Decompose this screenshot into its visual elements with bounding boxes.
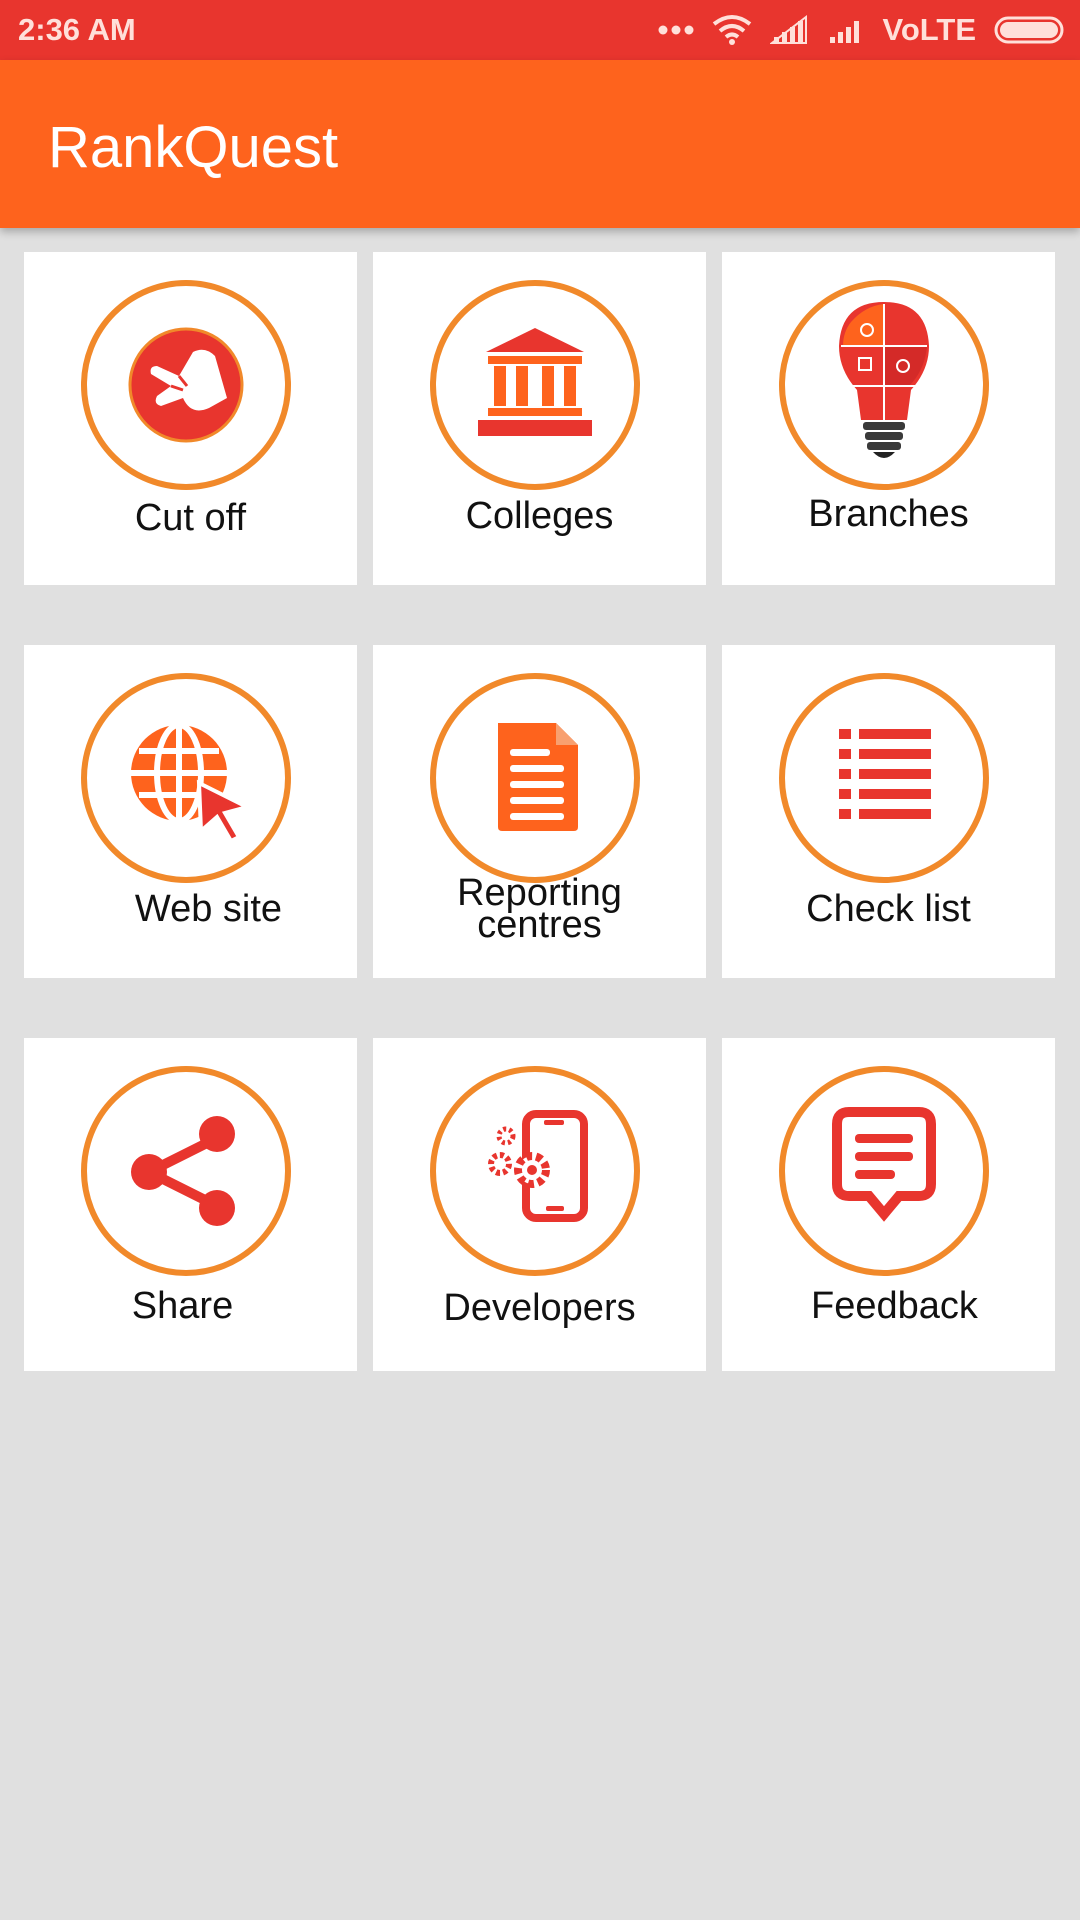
tile-label: Check list (806, 888, 971, 930)
icon-ring (81, 1066, 291, 1276)
tile-label: Reporting centres (373, 874, 706, 946)
icon-ring (430, 673, 640, 883)
globe-cursor-icon (131, 722, 253, 844)
status-bar: 2:36 AM VoLTE (0, 0, 1080, 60)
victory-hand-icon (128, 327, 244, 443)
tile-check-list[interactable]: Check list (722, 645, 1055, 978)
icon-ring (779, 673, 989, 883)
wifi-icon (713, 15, 752, 45)
tile-label: Colleges (465, 495, 614, 537)
tile-label: Cut off (134, 497, 247, 539)
more-dots-icon (658, 25, 694, 35)
tile-developers[interactable]: Developers (373, 1038, 706, 1371)
tile-cut-off[interactable]: Cut off (24, 252, 357, 585)
tile-label: Developers (443, 1287, 636, 1329)
tile-label: Feedback (811, 1285, 978, 1327)
tile-label: Share (131, 1285, 234, 1327)
tile-label: Web site (134, 888, 283, 930)
icon-ring (430, 280, 640, 490)
icon-ring (779, 280, 989, 490)
signal-icon-2 (830, 21, 860, 43)
tile-reporting-centres[interactable]: Reporting centres (373, 645, 706, 978)
signal-icon (770, 15, 808, 44)
tile-colleges[interactable]: Colleges (373, 252, 706, 585)
icon-ring (81, 280, 291, 490)
chat-bubble-icon (832, 1107, 936, 1222)
tile-label-line-2: centres (477, 904, 602, 946)
tile-feedback[interactable]: Feedback (722, 1038, 1055, 1371)
tile-web-site[interactable]: Web site (24, 645, 357, 978)
document-icon (498, 723, 578, 831)
building-columns-icon (478, 328, 592, 436)
app-bar: RankQuest (0, 60, 1080, 228)
battery-icon (994, 16, 1064, 44)
status-icons: VoLTE (640, 10, 1066, 50)
share-icon (131, 1116, 235, 1226)
puzzle-lightbulb-icon (839, 302, 929, 458)
status-time: 2:36 AM (18, 12, 136, 47)
list-icon (839, 729, 931, 819)
icon-ring (430, 1066, 640, 1276)
app-title: RankQuest (48, 115, 339, 180)
icon-ring (81, 673, 291, 883)
tile-branches[interactable]: Branches (722, 252, 1055, 585)
icon-ring (779, 1066, 989, 1276)
tile-share[interactable]: Share (24, 1038, 357, 1371)
volte-label: VoLTE (882, 12, 976, 47)
phone-gears-icon (488, 1110, 588, 1222)
tile-label: Branches (808, 493, 969, 535)
